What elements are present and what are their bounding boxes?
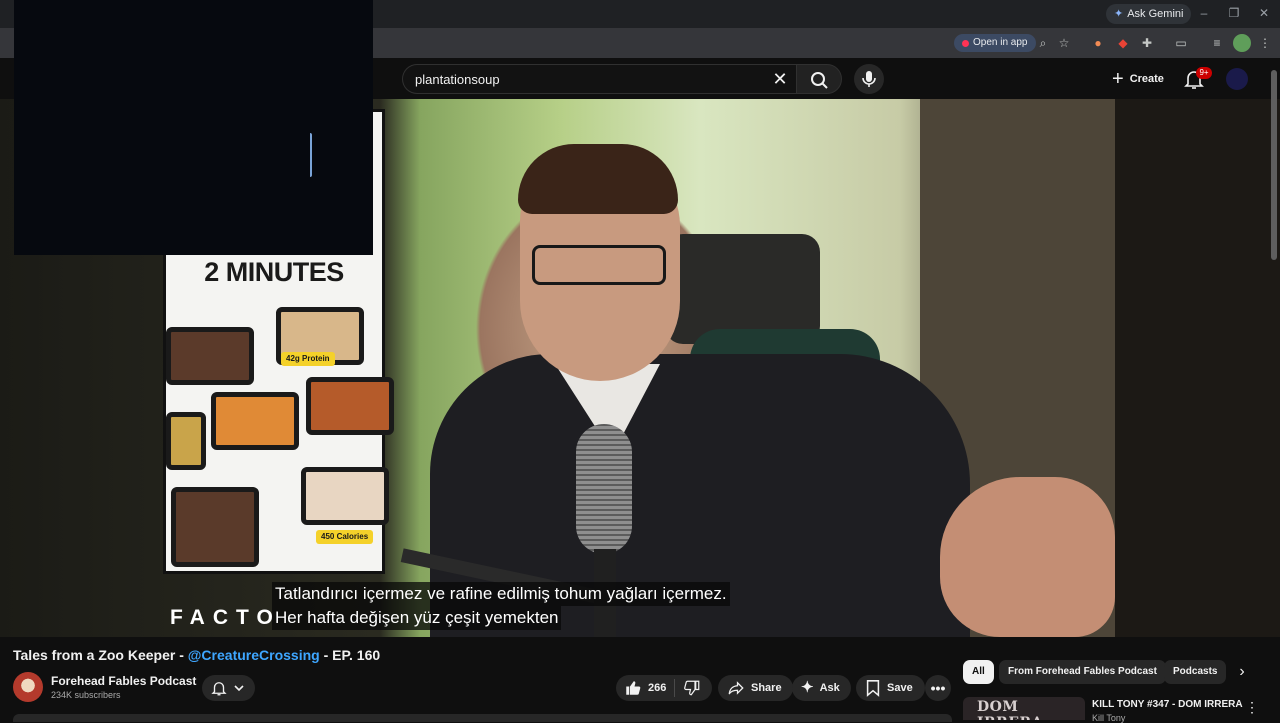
create-button[interactable]: + Create: [1102, 64, 1174, 94]
more-horizontal-icon: •••: [930, 680, 946, 696]
share-label: Share: [751, 682, 782, 694]
extension-icon[interactable]: ●: [1089, 34, 1107, 52]
ad-headline: 2 MINUTES: [204, 257, 344, 287]
cast-icon[interactable]: ▭: [1172, 34, 1190, 52]
protein-tag: 42g Protein: [281, 352, 335, 366]
open-in-app-button[interactable]: Open in app: [954, 34, 1036, 52]
share-arrow-icon: [728, 681, 744, 695]
description-box[interactable]: [13, 714, 952, 722]
thumbnail-text: DOM IRRERA: [977, 699, 1043, 720]
extensions-puzzle-icon[interactable]: ✚: [1138, 34, 1156, 52]
account-avatar[interactable]: [1226, 68, 1248, 90]
youtube-app-icon: [962, 39, 969, 47]
presenter-glasses: [532, 245, 666, 285]
zoom-icon[interactable]: ⌕: [1034, 34, 1052, 52]
create-label: Create: [1129, 73, 1164, 85]
gemini-icon: ✦: [1114, 8, 1124, 20]
meal-tray: [166, 327, 254, 385]
caption-line: Tatlandırıcı içermez ve rafine edilmiş t…: [272, 582, 730, 606]
sparkle-icon: ✦: [801, 679, 814, 696]
meal-tray: [301, 467, 389, 525]
minimize-icon[interactable]: –: [1196, 6, 1212, 20]
search-button[interactable]: [796, 64, 842, 94]
search-input[interactable]: plantationsoup ✕: [402, 64, 796, 94]
ad-brand-text: FACTO: [170, 606, 281, 629]
channel-name[interactable]: Forehead Fables Podcast: [51, 674, 196, 688]
title-suffix: - EP. 160: [319, 647, 381, 663]
bookmark-star-icon[interactable]: ☆: [1055, 34, 1073, 52]
channel-avatar[interactable]: [13, 672, 43, 702]
bell-icon: [211, 682, 227, 696]
like-count: 266: [648, 682, 667, 694]
save-button[interactable]: Save: [856, 675, 925, 701]
notification-count-badge: 9+: [1196, 67, 1212, 79]
presenter-hair: [518, 144, 678, 214]
share-button[interactable]: Share: [718, 675, 793, 701]
more-vertical-icon[interactable]: ⋮: [1245, 698, 1259, 716]
chip-all[interactable]: All: [963, 660, 994, 684]
save-label: Save: [887, 682, 913, 694]
profile-avatar-icon[interactable]: [1233, 34, 1251, 52]
caption-line: Her hafta değişen yüz çeşit yemekten: [272, 606, 562, 630]
recommended-video-title[interactable]: KILL TONY #347 - DOM IRRERA: [1092, 699, 1243, 710]
search-query-text: plantationsoup: [415, 72, 500, 87]
open-in-app-label: Open in app: [973, 37, 1028, 48]
plus-icon: +: [1112, 68, 1124, 90]
like-dislike-group: 266: [616, 675, 712, 701]
like-button[interactable]: 266: [624, 675, 666, 701]
like-divider: [674, 679, 676, 697]
thumbs-up-icon: [626, 681, 641, 695]
ask-label: Ask: [819, 682, 840, 694]
ask-gemini-button[interactable]: ✦ Ask Gemini: [1106, 4, 1192, 24]
page-scrollbar[interactable]: [1271, 70, 1277, 260]
browser-menu-icon[interactable]: ⋮: [1256, 34, 1274, 52]
calories-tag: 450 Calories: [316, 530, 374, 544]
presenter-hand: [940, 477, 1115, 637]
chip-from-channel[interactable]: From Forehead Fables Podcast: [999, 660, 1166, 684]
subtitles: Tatlandırıcı içermez ve rafine edilmiş t…: [272, 582, 772, 630]
subscriber-count: 234K subscribers: [51, 690, 121, 700]
chip-podcasts[interactable]: Podcasts: [1164, 660, 1227, 684]
more-actions-button[interactable]: •••: [925, 675, 951, 701]
meal-tray: [166, 412, 206, 470]
ask-button[interactable]: ✦ Ask: [792, 675, 851, 701]
clear-search-icon[interactable]: ✕: [768, 67, 792, 91]
channel-mention-link[interactable]: @CreatureCrossing: [188, 647, 320, 663]
chevron-down-icon: [234, 685, 244, 692]
microphone-icon: [862, 71, 876, 87]
chair-headrest: [665, 234, 820, 344]
restore-icon[interactable]: ❐: [1226, 6, 1242, 20]
video-side-gutter: [1115, 99, 1280, 637]
overlay-window: [14, 0, 373, 255]
recommended-video-thumbnail[interactable]: DOM IRRERA: [963, 697, 1085, 720]
extension-shield-icon[interactable]: ◆: [1114, 34, 1132, 52]
subscribed-notifications-button[interactable]: [202, 675, 255, 701]
title-prefix: Tales from a Zoo Keeper -: [13, 647, 188, 663]
podcast-microphone: [576, 424, 632, 554]
video-title: Tales from a Zoo Keeper - @CreatureCross…: [13, 647, 380, 663]
chevron-right-icon[interactable]: ›: [1232, 662, 1252, 682]
meal-tray: [306, 377, 394, 435]
thumbs-down-icon[interactable]: [683, 679, 701, 697]
recommended-video-channel: Kill Tony: [1092, 713, 1126, 723]
search-icon: [811, 72, 828, 89]
close-window-icon[interactable]: ✕: [1256, 6, 1272, 20]
overlay-light-streak: [308, 133, 312, 177]
meal-tray: [171, 487, 259, 567]
ask-gemini-label: Ask Gemini: [1127, 8, 1184, 20]
bookmark-icon: [866, 680, 880, 697]
reading-list-icon[interactable]: ≡: [1208, 34, 1226, 52]
meal-tray: [211, 392, 299, 450]
voice-search-button[interactable]: [854, 64, 884, 94]
